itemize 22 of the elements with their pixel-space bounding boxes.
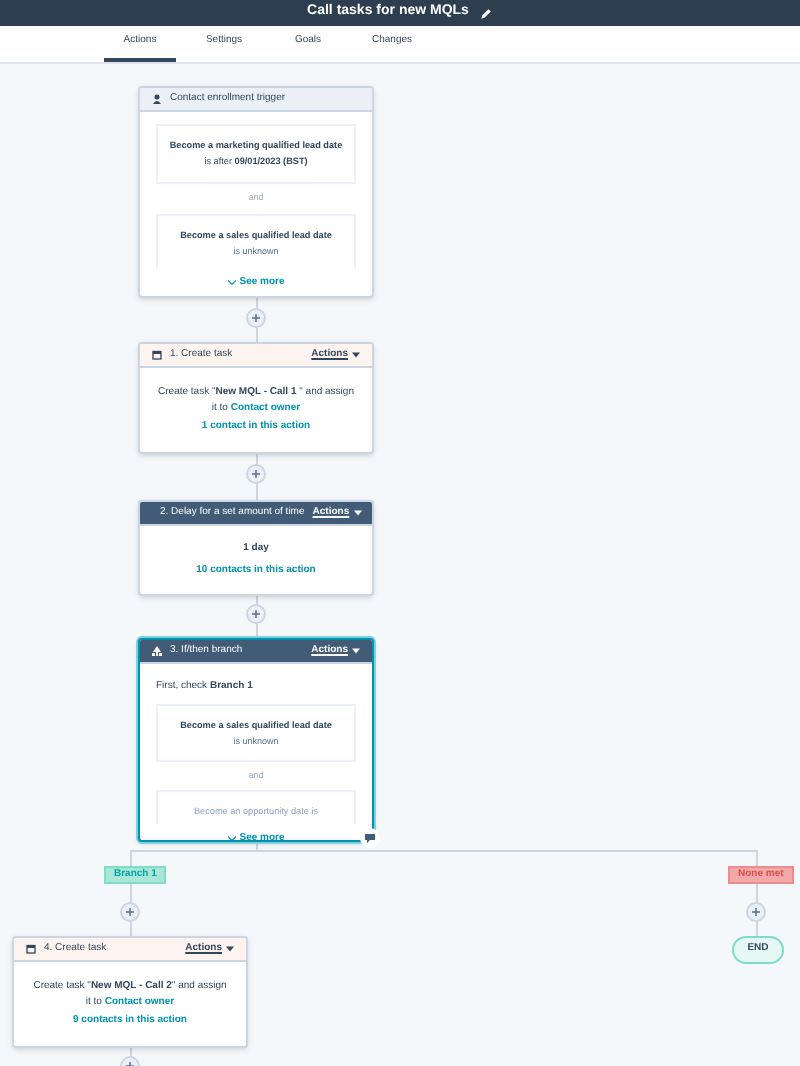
calendar-icon [152,350,162,360]
add-action-button[interactable] [246,604,266,624]
plus-icon [126,908,134,916]
add-action-button[interactable] [246,464,266,484]
plus-icon [752,908,760,916]
chevron-down-icon [227,280,236,287]
add-action-button[interactable] [120,902,140,922]
person-icon [152,94,162,104]
add-action-button[interactable] [246,308,266,328]
caret-icon [353,510,362,516]
chevron-down-icon [227,835,236,840]
add-action-button[interactable] [746,902,766,922]
plus-icon [252,314,260,322]
plus-icon [252,610,260,618]
caret-icon [226,946,234,952]
branch-icon [152,646,162,656]
caret-icon [352,352,360,358]
pencil-icon[interactable] [480,7,493,19]
plus-icon [252,470,260,478]
comment-icon[interactable] [360,828,380,848]
calendar-icon [26,944,36,954]
caret-icon [352,648,360,654]
